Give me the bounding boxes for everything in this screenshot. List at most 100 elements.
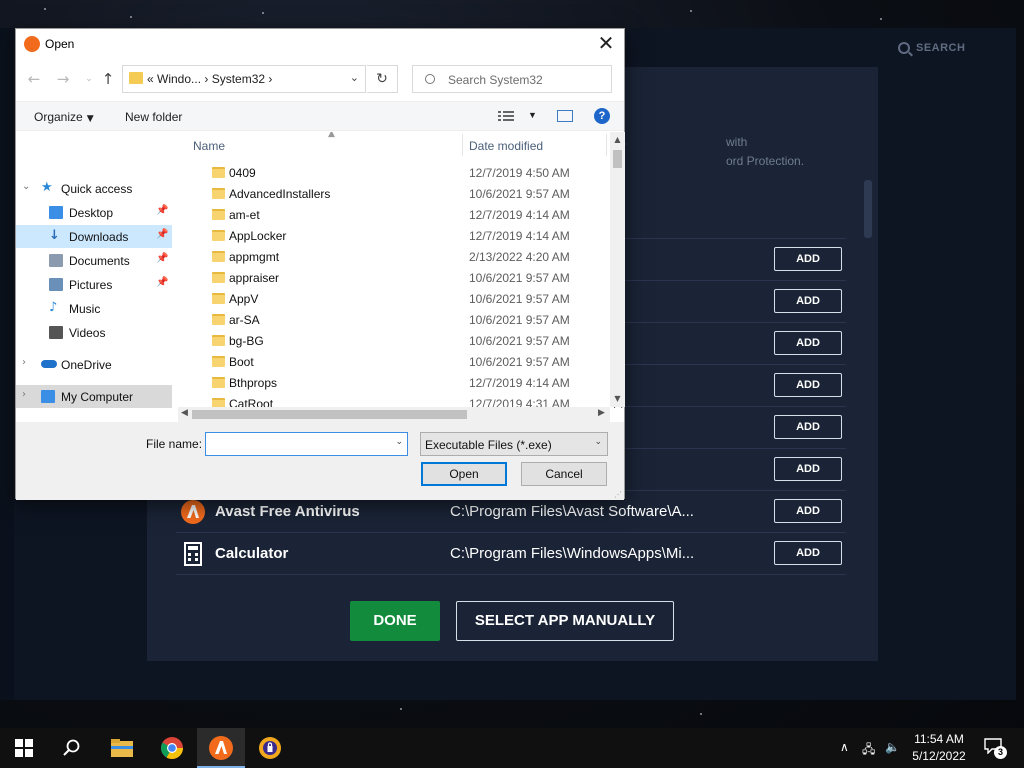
scroll-right-icon[interactable]: ▶ xyxy=(598,408,605,418)
chevron-down-icon[interactable]: ⌄ xyxy=(350,71,359,84)
taskbar-file-explorer[interactable] xyxy=(98,728,146,768)
nav-item-onedrive[interactable]: › OneDrive xyxy=(16,353,172,376)
volume-icon[interactable]: 🔈 xyxy=(885,740,900,754)
clock[interactable]: 11:54 AM 5/12/2022 xyxy=(908,731,970,765)
file-date: 10/6/2021 9:57 AM xyxy=(469,292,570,306)
forward-arrow-icon[interactable]: → xyxy=(52,68,74,90)
network-icon[interactable]: 🖧 xyxy=(862,740,875,761)
chevron-right-icon[interactable]: › xyxy=(22,357,26,368)
file-row[interactable]: bg-BG10/6/2021 9:57 AMFi xyxy=(190,331,623,352)
view-dropdown-icon[interactable]: ▼ xyxy=(528,110,537,120)
nav-item-desktop[interactable]: Desktop 📌 xyxy=(16,201,172,224)
file-row[interactable]: am-et12/7/2019 4:14 AMFi xyxy=(190,205,623,226)
show-hidden-icons-icon[interactable]: ∧ xyxy=(840,740,849,754)
back-arrow-icon[interactable]: ← xyxy=(23,68,45,90)
avast-secure-browser-icon xyxy=(259,737,281,759)
calculator-icon xyxy=(184,542,202,566)
close-icon[interactable]: ✕ xyxy=(596,33,616,54)
file-row[interactable]: appmgmt2/13/2022 4:20 AMFi xyxy=(190,247,623,268)
help-icon[interactable]: ? xyxy=(594,108,610,124)
file-name-field[interactable]: ⌄ xyxy=(205,432,408,456)
column-name[interactable]: Name xyxy=(193,139,225,153)
nav-item-label: Desktop xyxy=(69,206,114,220)
search-box[interactable]: Search System32 xyxy=(412,65,612,93)
avast-icon xyxy=(24,36,40,52)
nav-item-documents[interactable]: Documents 📌 xyxy=(16,249,172,272)
panel-scrollbar[interactable] xyxy=(864,180,872,238)
star xyxy=(262,12,264,14)
scroll-down-icon[interactable]: ▼ xyxy=(612,394,623,403)
done-button[interactable]: DONE xyxy=(350,601,440,641)
scroll-up-icon[interactable]: ▲ xyxy=(612,135,623,144)
nav-item-my-computer[interactable]: › My Computer xyxy=(16,385,172,408)
add-button[interactable]: ADD xyxy=(774,499,842,523)
organize-button[interactable]: Organize ▼ xyxy=(34,110,94,124)
file-row[interactable]: appraiser10/6/2021 9:57 AMFi xyxy=(190,268,623,289)
search-input[interactable]: Search System32 xyxy=(448,73,543,87)
add-button[interactable]: ADD xyxy=(774,289,842,313)
column-header: ▲ Name Date modified Ty xyxy=(190,132,626,158)
scrollbar-thumb[interactable] xyxy=(613,150,622,168)
horizontal-scrollbar[interactable]: ◀ ▶ xyxy=(178,407,610,422)
add-button[interactable]: ADD xyxy=(774,457,842,481)
taskbar-chrome[interactable] xyxy=(148,728,196,768)
file-row[interactable]: Bthprops12/7/2019 4:14 AMFi xyxy=(190,373,623,394)
file-row[interactable]: AdvancedInstallers10/6/2021 9:57 AMFi xyxy=(190,184,623,205)
file-date: 2/13/2022 4:20 AM xyxy=(469,250,570,264)
desktop-icon xyxy=(49,206,63,219)
file-row[interactable]: AppLocker12/7/2019 4:14 AMFi xyxy=(190,226,623,247)
up-arrow-icon[interactable]: ↑ xyxy=(97,68,119,90)
scrollbar-thumb[interactable] xyxy=(192,410,467,419)
nav-item-videos[interactable]: Videos xyxy=(16,321,172,344)
new-folder-button[interactable]: New folder xyxy=(125,110,182,124)
open-button[interactable]: Open xyxy=(421,462,507,486)
nav-item-music[interactable]: ♪ Music xyxy=(16,297,172,320)
add-button[interactable]: ADD xyxy=(774,247,842,271)
file-name-input[interactable] xyxy=(209,435,389,453)
view-options-icon[interactable] xyxy=(498,110,514,122)
chevron-down-icon[interactable]: ⌄ xyxy=(22,181,30,192)
breadcrumb[interactable]: « Windo... › System32 › xyxy=(147,72,272,86)
notifications-button[interactable]: 3 xyxy=(984,738,1007,759)
preview-pane-icon[interactable] xyxy=(557,110,573,122)
address-bar[interactable]: « Windo... › System32 › ⌄ xyxy=(122,65,366,93)
add-button[interactable]: ADD xyxy=(774,373,842,397)
open-dialog: Open ✕ ← → ⌄ ↑ « Windo... › System32 › ⌄… xyxy=(15,28,626,500)
chevron-down-icon[interactable]: ⌄ xyxy=(395,437,403,447)
column-separator[interactable] xyxy=(462,134,463,156)
nav-item-label: Downloads xyxy=(69,230,129,244)
nav-item-label: Documents xyxy=(69,254,130,268)
resize-grip-icon[interactable]: ⋰ xyxy=(614,490,622,499)
add-button[interactable]: ADD xyxy=(774,331,842,355)
avast-search[interactable]: SEARCH xyxy=(898,42,965,54)
cancel-button[interactable]: Cancel xyxy=(521,462,607,486)
file-type-select[interactable]: Executable Files (*.exe) ⌄ xyxy=(420,432,608,456)
file-row[interactable]: ar-SA10/6/2021 9:57 AMFi xyxy=(190,310,623,331)
nav-item-pictures[interactable]: Pictures 📌 xyxy=(16,273,172,296)
dialog-titlebar[interactable]: Open ✕ xyxy=(16,29,624,59)
nav-item-downloads[interactable]: ↓ Downloads 📌 xyxy=(16,225,172,248)
column-date-modified[interactable]: Date modified xyxy=(469,139,543,153)
file-row[interactable]: AppV10/6/2021 9:57 AMFi xyxy=(190,289,623,310)
file-date: 10/6/2021 9:57 AM xyxy=(469,187,570,201)
taskbar-avast[interactable] xyxy=(197,728,245,768)
chevron-right-icon[interactable]: › xyxy=(22,389,26,400)
star xyxy=(700,713,702,715)
select-app-manually-button[interactable]: SELECT APP MANUALLY xyxy=(456,601,674,641)
refresh-icon[interactable]: ↻ xyxy=(367,65,398,93)
nav-item-label: Quick access xyxy=(61,182,133,196)
nav-item-label: Videos xyxy=(69,326,106,340)
add-button[interactable]: ADD xyxy=(774,415,842,439)
add-button[interactable]: ADD xyxy=(774,541,842,565)
nav-item-quick-access[interactable]: ⌄ ★ Quick access xyxy=(16,177,172,200)
folder-icon xyxy=(212,188,225,199)
file-row[interactable]: 040912/7/2019 4:50 AMFi xyxy=(190,163,623,184)
column-separator[interactable] xyxy=(606,134,607,156)
file-row[interactable]: Boot10/6/2021 9:57 AMFi xyxy=(190,352,623,373)
star xyxy=(44,8,46,10)
taskbar-search-button[interactable] xyxy=(48,728,96,768)
taskbar-avast-secure-browser[interactable] xyxy=(246,728,294,768)
start-button[interactable] xyxy=(0,728,48,768)
vertical-scrollbar[interactable]: ▲ ▼ xyxy=(610,132,625,407)
scroll-left-icon[interactable]: ◀ xyxy=(181,408,188,418)
